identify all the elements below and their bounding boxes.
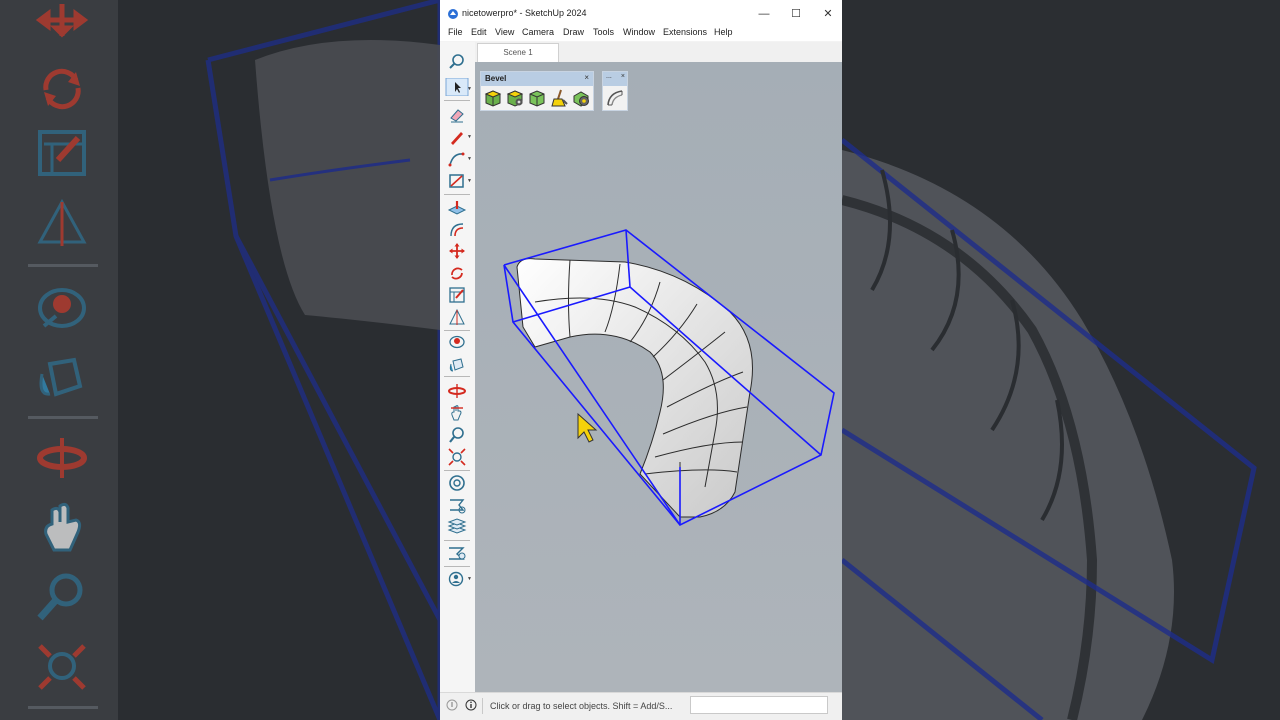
scene-tabs-bar: Scene 1 xyxy=(475,42,842,63)
maximize-button[interactable]: ☐ xyxy=(782,5,810,23)
sketchup-window: nicetowerpro* - SketchUp 2024 — ☐ ✕ File… xyxy=(440,0,842,720)
scale-icon xyxy=(30,128,94,184)
close-button[interactable]: ✕ xyxy=(814,5,842,23)
background-right-sofa xyxy=(842,138,1257,720)
toolbar-separator xyxy=(444,100,470,101)
menu-help[interactable]: Help xyxy=(714,27,733,37)
title-bar: nicetowerpro* - SketchUp 2024 — ☐ ✕ xyxy=(440,0,842,28)
background-separator xyxy=(28,264,98,267)
toolbar-separator xyxy=(444,330,470,331)
bevel-cube-green-icon[interactable] xyxy=(527,88,547,108)
broom-icon[interactable] xyxy=(549,88,569,108)
bevel-toolbar: Bevel × xyxy=(480,71,594,111)
move-icon[interactable] xyxy=(445,242,469,260)
toolbar-separator xyxy=(444,470,470,471)
menu-view[interactable]: View xyxy=(495,27,514,37)
toolbar-separator xyxy=(444,566,470,567)
curved-sofa-model[interactable] xyxy=(516,258,753,518)
menu-window[interactable]: Window xyxy=(623,27,655,37)
account-dropdown[interactable]: ▼ xyxy=(467,576,472,582)
rotate-icon xyxy=(30,60,94,116)
status-bar: Click or drag to select objects. Shift =… xyxy=(440,692,842,720)
bevel-toolbar-close-button[interactable]: × xyxy=(584,73,589,82)
minimize-button[interactable]: — xyxy=(750,5,778,23)
orbit-icon[interactable] xyxy=(445,382,469,400)
pencil-icon[interactable] xyxy=(445,128,469,146)
menu-extensions[interactable]: Extensions xyxy=(663,27,707,37)
status-divider xyxy=(482,698,483,714)
curve-toolbar-close-button[interactable]: × xyxy=(621,73,625,80)
rotate-icon[interactable] xyxy=(445,264,469,282)
menu-file[interactable]: File xyxy=(448,27,463,37)
rectangle-icon[interactable] xyxy=(445,172,469,190)
curve-toolbar-title: ... xyxy=(606,73,612,80)
offset-icon[interactable] xyxy=(445,220,469,238)
orbit-icon xyxy=(30,432,94,488)
background-right xyxy=(842,0,1280,720)
component-icon[interactable] xyxy=(445,474,469,492)
arc-icon[interactable] xyxy=(445,150,469,168)
section-icon[interactable] xyxy=(445,496,469,514)
flip-icon xyxy=(30,196,94,252)
flip-icon[interactable] xyxy=(445,308,469,326)
background-left xyxy=(0,0,440,720)
bevel-cube-icon[interactable] xyxy=(483,88,503,108)
paint-bucket-icon[interactable] xyxy=(445,356,469,374)
menu-tools[interactable]: Tools xyxy=(593,27,614,37)
left-toolbar: ▼ ▼ ▼ ▼ ▼ xyxy=(440,42,475,692)
pan-icon[interactable] xyxy=(445,404,469,422)
zoom-extents-icon xyxy=(30,638,94,694)
zoom-icon[interactable] xyxy=(445,52,469,70)
curve-toolbar: ... × xyxy=(602,71,628,111)
measurements-box[interactable] xyxy=(690,696,828,714)
model-canvas[interactable] xyxy=(475,62,842,692)
window-title: nicetowerpro* - SketchUp 2024 xyxy=(462,8,587,18)
select-icon[interactable] xyxy=(445,78,469,96)
menu-draw[interactable]: Draw xyxy=(563,27,584,37)
info-icon[interactable] xyxy=(465,699,477,711)
bevel-cube-gear-icon[interactable] xyxy=(505,88,525,108)
pan-icon xyxy=(30,500,94,556)
scale-icon[interactable] xyxy=(445,286,469,304)
push-pull-icon[interactable] xyxy=(445,198,469,216)
toolbar-separator xyxy=(444,376,470,377)
paint-bucket-icon xyxy=(30,350,94,406)
zoom-tool-icon[interactable] xyxy=(445,426,469,444)
background-separator xyxy=(28,706,98,709)
paint-icon xyxy=(30,282,94,338)
drawing-viewport[interactable]: Bevel × ... × xyxy=(475,62,842,692)
move-icon xyxy=(30,0,94,56)
select-dropdown[interactable]: ▼ xyxy=(467,86,472,92)
styles-icon[interactable] xyxy=(445,544,469,562)
paint-icon[interactable] xyxy=(445,334,469,352)
layers-icon[interactable] xyxy=(445,518,469,536)
tab-scene-1[interactable]: Scene 1 xyxy=(477,43,559,62)
zoom-icon xyxy=(30,570,94,626)
pencil-dropdown[interactable]: ▼ xyxy=(467,134,472,140)
account-icon[interactable] xyxy=(445,570,469,588)
sketchup-logo-icon xyxy=(448,9,458,19)
status-message: Click or drag to select objects. Shift =… xyxy=(490,701,673,711)
rectangle-dropdown[interactable]: ▼ xyxy=(467,178,472,184)
toolbar-separator xyxy=(444,194,470,195)
menu-bar: File Edit View Camera Draw Tools Window … xyxy=(440,25,842,41)
arc-dropdown[interactable]: ▼ xyxy=(467,156,472,162)
mouse-cursor-icon xyxy=(577,412,598,443)
bevel-toolbar-title: Bevel xyxy=(485,74,507,83)
toolbar-separator xyxy=(444,540,470,541)
curve-icon[interactable] xyxy=(605,88,625,108)
menu-camera[interactable]: Camera xyxy=(522,27,554,37)
eraser-icon[interactable] xyxy=(445,106,469,124)
gear-icon[interactable] xyxy=(571,88,591,108)
zoom-extents-icon[interactable] xyxy=(445,448,469,466)
geo-location-icon[interactable] xyxy=(446,699,458,711)
background-separator xyxy=(28,416,98,419)
menu-edit[interactable]: Edit xyxy=(471,27,487,37)
